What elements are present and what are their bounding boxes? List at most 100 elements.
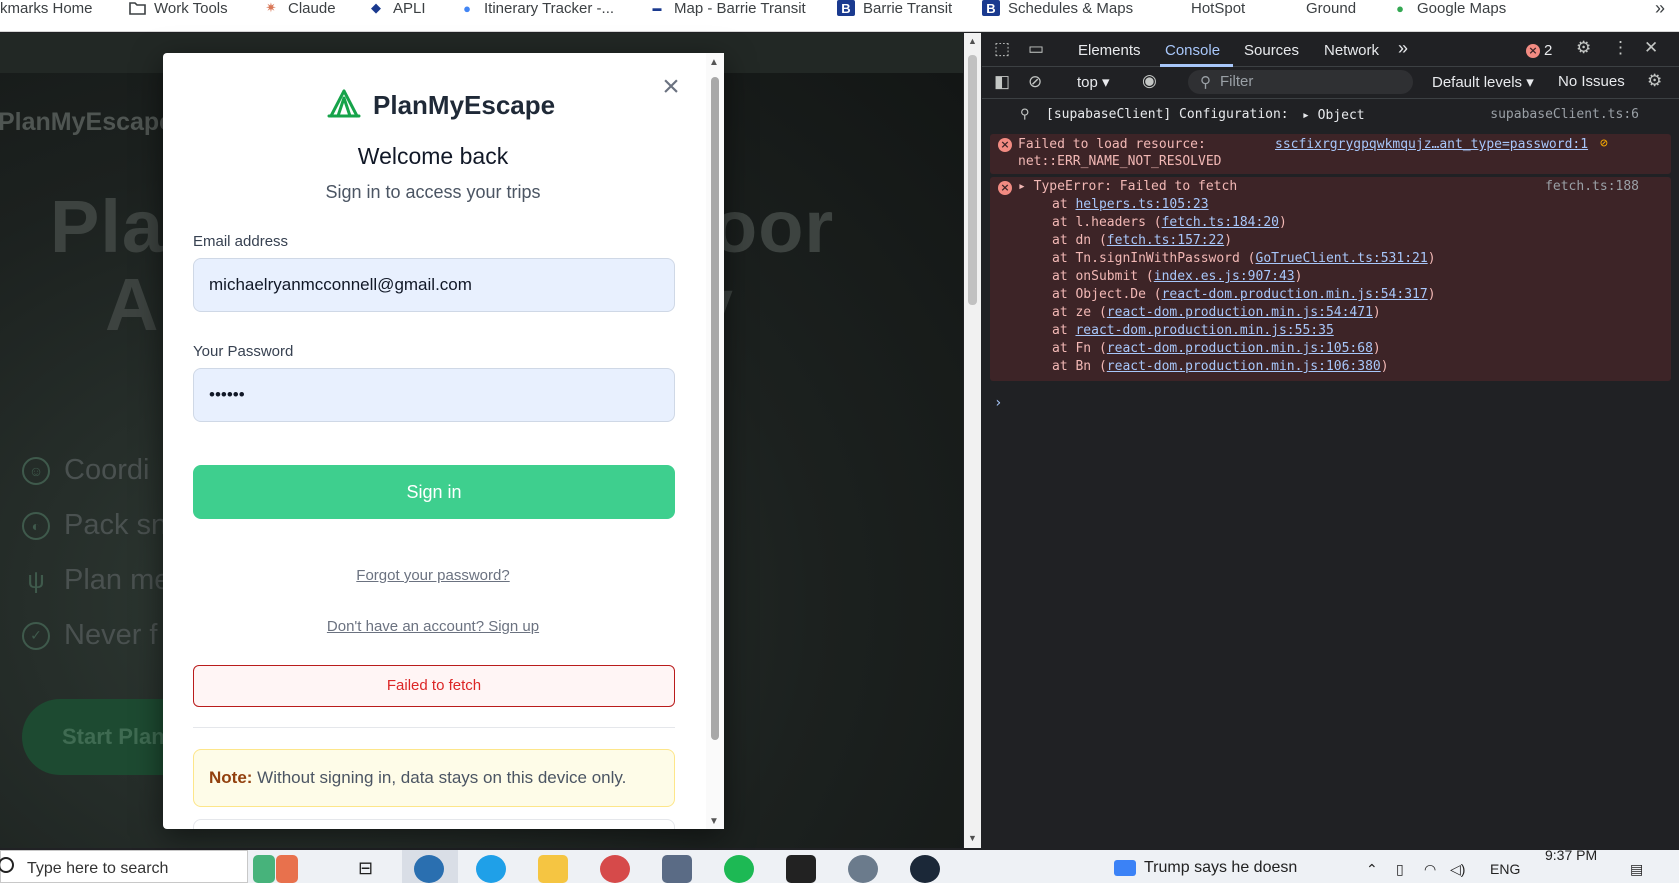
- tab-network[interactable]: Network: [1324, 42, 1379, 59]
- spotify-icon[interactable]: [724, 855, 754, 883]
- issues-button[interactable]: No Issues: [1558, 73, 1625, 90]
- network-icon[interactable]: ◠: [1424, 861, 1436, 878]
- stack-link[interactable]: index.es.js:907:43: [1154, 269, 1295, 284]
- volume-icon[interactable]: ◁): [1450, 861, 1465, 878]
- page-scroll-thumb[interactable]: [968, 55, 977, 305]
- language-indicator[interactable]: ENG: [1490, 861, 1520, 877]
- modal-scroll-thumb[interactable]: [711, 77, 719, 740]
- stack-link[interactable]: react-dom.production.min.js:106:380: [1107, 359, 1381, 374]
- settings-icon[interactable]: ⚙: [1647, 71, 1662, 91]
- sidebar-toggle-icon[interactable]: ◧: [994, 72, 1010, 92]
- app-icon[interactable]: [786, 855, 816, 883]
- bookmarks-overflow-button[interactable]: »: [1655, 0, 1665, 19]
- more-tabs-icon[interactable]: »: [1398, 38, 1408, 59]
- bookmark-hotspot[interactable]: HotSpot: [1191, 0, 1245, 17]
- file-explorer-icon[interactable]: [538, 855, 568, 883]
- stack-link[interactable]: GoTrueClient.ts:531:21: [1256, 251, 1428, 266]
- search-icon: [0, 857, 14, 873]
- bookmark-barrie-transit[interactable]: B Barrie Transit: [837, 0, 952, 17]
- context-selector[interactable]: top ▾: [1077, 73, 1110, 91]
- scroll-up-icon[interactable]: ▲: [709, 57, 719, 68]
- feature-label: Coordi: [64, 454, 150, 486]
- object-toggle[interactable]: ▸ Object: [1302, 108, 1365, 123]
- bookmark-label: Map - Barrie Transit: [674, 0, 806, 17]
- info-text: [supabaseClient] Configuration:: [1046, 107, 1289, 122]
- stack-link[interactable]: react-dom.production.min.js:54:317: [1162, 287, 1428, 302]
- app-icon[interactable]: [253, 855, 275, 883]
- bookmark-home[interactable]: kmarks Home: [0, 0, 93, 17]
- tab-elements[interactable]: Elements: [1078, 42, 1141, 59]
- bookmark-work-tools[interactable]: Work Tools: [128, 0, 228, 17]
- eye-icon[interactable]: ◉: [1142, 71, 1157, 91]
- taskbar-search[interactable]: Type here to search: [0, 850, 248, 883]
- stack-link[interactable]: react-dom.production.min.js:55:35: [1075, 323, 1333, 338]
- app-icon[interactable]: [600, 855, 630, 883]
- stack-link[interactable]: react-dom.production.min.js:105:68: [1107, 341, 1373, 356]
- device-toggle-icon[interactable]: ▭: [1028, 39, 1044, 59]
- tab-sources[interactable]: Sources: [1244, 42, 1299, 59]
- clock[interactable]: 9:37 PM: [1545, 847, 1597, 863]
- email-label: Email address: [193, 233, 289, 250]
- context-label: top: [1077, 74, 1098, 91]
- source-link[interactable]: supabaseClient.ts:6: [1490, 107, 1639, 122]
- close-icon[interactable]: ✕: [1644, 38, 1658, 58]
- error-counter[interactable]: × 2: [1526, 42, 1552, 59]
- bookmark-apli[interactable]: ◆ APLI: [367, 0, 426, 17]
- app-icon[interactable]: [276, 855, 298, 883]
- scroll-down-icon[interactable]: ▼: [709, 816, 719, 827]
- sign-up-link[interactable]: Don't have an account? Sign up: [163, 618, 703, 635]
- more-options-icon[interactable]: ⋮: [1612, 38, 1629, 58]
- stack-suffix: ): [1427, 251, 1436, 266]
- settings-icon[interactable]: ⚙: [1576, 38, 1591, 58]
- b-icon: B: [982, 0, 1000, 16]
- calculator-icon[interactable]: [662, 855, 692, 883]
- scroll-up-icon[interactable]: ▲: [968, 36, 977, 46]
- filter-input[interactable]: ⚲ Filter: [1188, 70, 1413, 94]
- sign-in-button[interactable]: Sign in: [193, 465, 675, 519]
- page-scrollbar[interactable]: ▲ ▼: [964, 33, 981, 848]
- bookmark-ground[interactable]: Ground: [1306, 0, 1356, 17]
- error-text: net::ERR_NAME_NOT_RESOLVED: [1018, 154, 1222, 169]
- bookmark-google-maps[interactable]: ● Google Maps: [1391, 0, 1506, 17]
- tab-console[interactable]: Console: [1165, 42, 1220, 59]
- search-placeholder: Type here to search: [27, 860, 169, 877]
- news-text: Trump says he doesn: [1144, 859, 1298, 876]
- error-icon: ×: [998, 181, 1012, 195]
- source-link[interactable]: fetch.ts:188: [1545, 179, 1639, 194]
- expand-toggle[interactable]: ▸ TypeError: Failed to fetch: [1018, 179, 1237, 194]
- error-icon: ×: [1526, 43, 1540, 58]
- forgot-password-link[interactable]: Forgot your password?: [163, 567, 703, 584]
- stack-suffix: ): [1294, 269, 1303, 284]
- close-icon[interactable]: ×: [659, 72, 683, 102]
- scroll-down-icon[interactable]: ▼: [968, 833, 977, 843]
- bookmark-map-barrie-transit[interactable]: ▬ Map - Barrie Transit: [648, 0, 806, 17]
- page-logo[interactable]: PlanMyEscape: [0, 108, 173, 137]
- offline-note: Note: Without signing in, data stays on …: [193, 749, 675, 807]
- password-field[interactable]: [193, 368, 675, 422]
- stack-link[interactable]: react-dom.production.min.js:54:471: [1107, 305, 1373, 320]
- resource-link[interactable]: sscfixrgrygpqwkmqujz…ant_type=password:1: [1275, 137, 1588, 152]
- stack-prefix: at: [1052, 323, 1076, 338]
- inspect-icon[interactable]: ⬚: [994, 39, 1010, 59]
- stack-link[interactable]: fetch.ts:184:20: [1162, 215, 1279, 230]
- network-icon[interactable]: ⊘: [1600, 136, 1608, 151]
- task-view-icon[interactable]: ⊟: [355, 855, 385, 883]
- edge-icon[interactable]: [476, 855, 506, 883]
- bookmark-itinerary-tracker[interactable]: ● Itinerary Tracker -...: [458, 0, 614, 17]
- steam-icon[interactable]: [910, 855, 940, 883]
- notifications-icon[interactable]: ▤: [1630, 861, 1643, 878]
- devtools-panel: ⬚ ▭ Elements Console Sources Network » ×…: [982, 33, 1679, 848]
- console-prompt[interactable]: ›: [994, 395, 1002, 411]
- bookmark-schedules-maps[interactable]: B Schedules & Maps: [982, 0, 1133, 17]
- app-icon[interactable]: [848, 855, 878, 883]
- bookmark-claude[interactable]: ✷ Claude: [262, 0, 336, 17]
- log-levels-dropdown[interactable]: Default levels ▾: [1432, 73, 1534, 91]
- browser-icon[interactable]: [414, 855, 444, 883]
- email-field[interactable]: [193, 258, 675, 312]
- chevron-up-icon[interactable]: ⌃: [1366, 861, 1378, 878]
- battery-icon[interactable]: ▯: [1396, 861, 1404, 878]
- clear-console-icon[interactable]: ⊘: [1028, 72, 1042, 92]
- stack-link[interactable]: fetch.ts:157:22: [1107, 233, 1224, 248]
- stack-link[interactable]: helpers.ts:105:23: [1075, 197, 1208, 212]
- news-widget[interactable]: Trump says he doesn: [1114, 859, 1297, 877]
